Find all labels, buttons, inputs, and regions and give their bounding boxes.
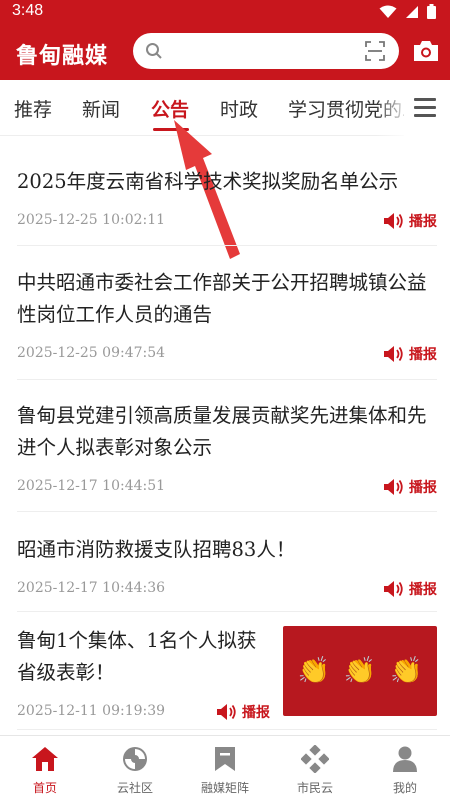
battery-icon	[427, 4, 436, 19]
scan-icon[interactable]	[365, 41, 385, 61]
nav-label: 首页	[32, 781, 57, 795]
news-meta: 2025-12-11 09:19:39 播报	[17, 699, 270, 729]
speaker-icon	[384, 213, 403, 229]
diamond-grid-icon	[301, 745, 329, 773]
nav-media-matrix[interactable]: 融媒矩阵	[180, 736, 270, 797]
news-title: 昭通市消防救援支队招聘83人！	[17, 538, 296, 561]
broadcast-button[interactable]: 播报	[383, 344, 437, 364]
list-divider	[17, 729, 437, 730]
nav-home[interactable]: 首页	[0, 736, 90, 797]
user-icon	[393, 746, 417, 772]
news-item[interactable]: 中共昭通市委社会工作部关于公开招聘城镇公益性岗位工作人员的通告 2025-12-…	[17, 267, 437, 380]
news-meta: 2025-12-17 10:44:36 播报	[17, 576, 437, 606]
app-bar: 鲁甸融媒	[0, 24, 450, 80]
nav-citizen-cloud[interactable]: 市民云	[270, 736, 360, 797]
broadcast-button[interactable]: 播报	[383, 477, 437, 497]
news-title: 鲁甸县党建引领高质量发展贡献奖先进集体和先进个人拟表彰对象公示	[17, 404, 427, 459]
news-meta: 2025-12-25 10:02:11 播报	[17, 208, 437, 238]
news-date: 2025-12-25 10:02:11	[17, 212, 166, 228]
home-icon	[32, 747, 58, 771]
news-item[interactable]: 昭通市消防救援支队招聘83人！ 2025-12-17 10:44:36 播报	[17, 534, 437, 612]
nav-label: 市民云	[296, 781, 333, 795]
speaker-icon	[217, 704, 236, 720]
bookmark-icon	[215, 747, 235, 771]
broadcast-button[interactable]: 播报	[216, 702, 270, 722]
news-title: 中共昭通市委社会工作部关于公开招聘城镇公益性岗位工作人员的通告	[17, 271, 427, 326]
nav-label: 云社区	[116, 781, 153, 795]
news-date: 2025-12-25 09:47:54	[17, 345, 166, 361]
nav-community[interactable]: 云社区	[90, 736, 180, 797]
news-date: 2025-12-11 09:19:39	[17, 703, 166, 719]
broadcast-label: 播报	[409, 214, 437, 230]
tab-menu-button[interactable]	[404, 80, 450, 136]
nav-mine[interactable]: 我的	[360, 736, 450, 797]
nav-label: 我的	[392, 781, 417, 795]
search-icon	[146, 43, 162, 59]
camera-icon[interactable]	[413, 40, 439, 62]
clapping-hands-icon: 👏	[343, 656, 377, 686]
search-input[interactable]	[133, 33, 399, 69]
app-logo: 鲁甸融媒	[16, 44, 109, 69]
news-item[interactable]: 2025年度云南省科学技术奖拟奖励名单公示 2025-12-25 10:02:1…	[17, 166, 437, 246]
clapping-hands-icon: 👏	[390, 656, 423, 686]
status-icons	[379, 4, 436, 19]
news-date: 2025-12-17 10:44:36	[17, 580, 166, 596]
news-item[interactable]: 鲁甸县党建引领高质量发展贡献奖先进集体和先进个人拟表彰对象公示 2025-12-…	[17, 400, 437, 512]
news-meta: 2025-12-25 09:47:54 播报	[17, 341, 437, 371]
news-title: 2025年度云南省科学技术奖拟奖励名单公示	[17, 170, 399, 193]
broadcast-button[interactable]: 播报	[383, 579, 437, 599]
community-icon	[123, 747, 147, 771]
broadcast-label: 播报	[409, 347, 437, 363]
wifi-icon	[379, 5, 397, 18]
news-thumbnail[interactable]: 👏 👏 👏	[283, 626, 437, 716]
status-bar: 3:48	[0, 0, 450, 24]
broadcast-button[interactable]: 播报	[383, 211, 437, 231]
status-time: 3:48	[12, 2, 44, 19]
signal-icon	[406, 5, 418, 18]
nav-label: 融媒矩阵	[200, 781, 249, 795]
broadcast-label: 播报	[242, 705, 270, 721]
speaker-icon	[384, 346, 403, 362]
speaker-icon	[384, 581, 403, 597]
speaker-icon	[384, 479, 403, 495]
news-meta: 2025-12-17 10:44:51 播报	[17, 474, 437, 504]
bottom-nav: 首页 云社区 融媒矩阵 市民云 我的	[0, 735, 450, 797]
clapping-hands-icon: 👏	[297, 656, 330, 686]
tab-news[interactable]: 新闻	[82, 95, 120, 122]
news-item[interactable]: 鲁甸1个集体、1名个人拟获省级表彰！ 2025-12-11 09:19:39 播…	[17, 625, 270, 729]
app-header: 3:48 鲁甸融媒	[0, 0, 450, 80]
news-title: 鲁甸1个集体、1名个人拟获省级表彰！	[17, 629, 257, 684]
broadcast-label: 播报	[409, 582, 437, 598]
tab-recommend[interactable]: 推荐	[14, 95, 52, 122]
news-date: 2025-12-17 10:44:51	[17, 478, 166, 494]
broadcast-label: 播报	[409, 480, 437, 496]
